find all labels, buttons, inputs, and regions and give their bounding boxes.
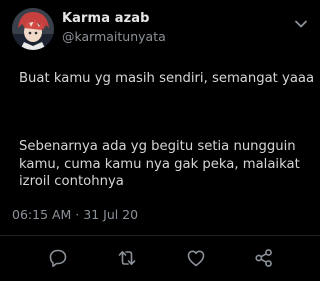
avatar-image: [12, 8, 54, 50]
divider: [0, 235, 320, 236]
share-icon[interactable]: [253, 247, 275, 269]
chevron-down-icon[interactable]: [294, 14, 308, 28]
avatar[interactable]: [12, 8, 54, 50]
display-name[interactable]: Karma azab: [62, 11, 150, 26]
tweet-text-line-2: Sebenarnya ada yg begitu setia nungguin …: [19, 139, 300, 189]
action-bar: [0, 247, 320, 269]
tweet-timestamp[interactable]: 06:15 AM · 31 Jul 20: [12, 207, 138, 222]
user-handle[interactable]: @karmaitunyata: [62, 29, 166, 44]
heart-icon[interactable]: [185, 247, 207, 269]
reply-icon[interactable]: [47, 247, 69, 269]
tweet-card: Karma azab @karmaitunyata Buat kamu yg m…: [0, 0, 320, 281]
tweet-text-line-1: Buat kamu yg masih sendiri, semangat yaa…: [19, 71, 315, 86]
retweet-icon[interactable]: [116, 247, 138, 269]
